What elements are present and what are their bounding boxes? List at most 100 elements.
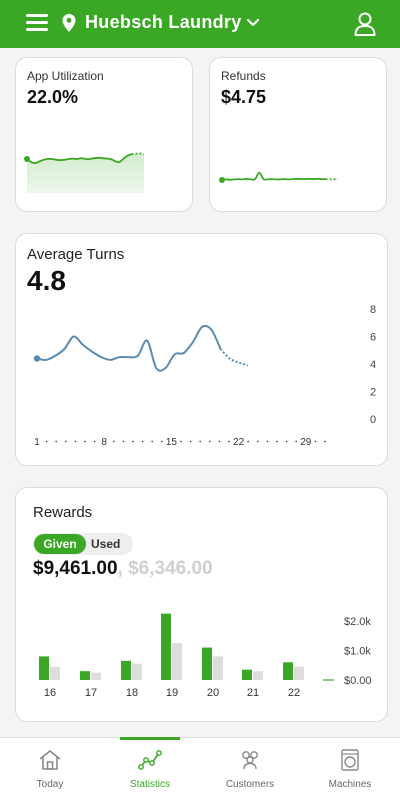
tab-machines-label: Machines: [328, 779, 372, 790]
x-tick-label: 19: [166, 687, 178, 699]
x-axis-dot: [64, 440, 67, 443]
tab-customers[interactable]: Customers: [200, 738, 300, 807]
tab-statistics-label: Statistics: [129, 779, 170, 790]
turns-start-point: [33, 355, 41, 362]
x-tick-label: 21: [247, 687, 259, 699]
x-axis-dot: [247, 440, 250, 443]
x-axis-dot: [160, 440, 163, 443]
customers-icon: [242, 751, 258, 770]
used-bar: [253, 671, 263, 680]
tab-today-label: Today: [36, 779, 64, 790]
average-turns-chart: 0 2 4 6 8 1 8 15 22 29: [33, 304, 376, 448]
x-axis-dot: [122, 440, 125, 443]
tab-today[interactable]: Today: [0, 738, 100, 807]
rewards-amounts: $9,461.00, $6,346.00: [33, 558, 213, 580]
x-axis-dot: [93, 440, 96, 443]
x-axis-dot: [141, 440, 144, 443]
used-bar: [172, 643, 182, 680]
account-icon[interactable]: [354, 12, 376, 36]
y-tick-label: $2.0k: [344, 616, 371, 628]
app-utilization-sparkline: [24, 152, 145, 193]
tab-customers-label: Customers: [225, 779, 275, 790]
y-tick-label: $0.00: [344, 675, 372, 687]
average-turns-title: Average Turns: [27, 246, 125, 263]
used-bar: [50, 666, 60, 680]
chevron-down-icon[interactable]: [246, 16, 260, 30]
used-bar: [294, 666, 304, 680]
y-tick-label: 2: [370, 387, 376, 399]
x-axis-dot: [132, 440, 134, 443]
x-axis-dot: [266, 440, 269, 443]
x-tick-label: 15: [166, 437, 178, 448]
x-tick-label: 29: [300, 437, 312, 448]
given-bar: [202, 647, 212, 680]
x-axis-dot: [189, 440, 192, 443]
rewards-title: Rewards: [33, 504, 93, 521]
app-utilization-card[interactable]: App Utilization 22.0%: [15, 57, 193, 212]
x-axis-dot: [45, 440, 48, 443]
rewards-toggle: Given Used: [33, 533, 133, 555]
used-bar: [213, 656, 223, 680]
x-axis-dot: [256, 440, 259, 443]
refunds-card[interactable]: Refunds $4.75: [209, 57, 387, 212]
x-axis-dot: [276, 440, 278, 443]
bottom-tab-bar: Today Statistics Customers Machines: [0, 737, 400, 807]
x-tick-label: 22: [288, 687, 300, 699]
given-bar: [39, 656, 49, 680]
x-tick-label: 17: [85, 687, 97, 699]
x-tick-label: 1: [34, 437, 40, 448]
turns-projection: [219, 348, 249, 367]
x-axis-dot: [218, 440, 221, 443]
x-axis-dot: [74, 440, 77, 443]
rewards-bar-chart: 16 17 18 19 20 21 22 $0.00 $1.0k $2.0k: [39, 613, 372, 699]
used-bar: [132, 663, 142, 680]
average-turns-value: 4.8: [27, 265, 66, 296]
tab-machines[interactable]: Machines: [300, 738, 400, 807]
x-tick-label: 8: [101, 437, 107, 448]
average-turns-card[interactable]: Average Turns 4.8 0 2 4 6 8 1 8 15 22 29: [15, 233, 388, 466]
app-utilization-label: App Utilization: [27, 69, 104, 83]
tab-statistics[interactable]: Statistics: [100, 737, 200, 807]
x-axis-dot: [199, 440, 202, 443]
y-tick-label: 4: [370, 359, 376, 371]
amount-separator: ,: [117, 558, 123, 579]
x-axis-dot: [208, 440, 211, 443]
location-selector[interactable]: Huebsch Laundry: [85, 12, 242, 33]
x-tick-label: 18: [126, 687, 138, 699]
washer-icon: [341, 749, 359, 771]
given-bar: [161, 613, 171, 680]
x-axis-dot: [55, 440, 58, 443]
used-toggle-button[interactable]: Used: [91, 534, 131, 554]
x-tick-label: 22: [233, 437, 245, 448]
x-axis-dot: [151, 440, 154, 443]
sparkline-start-point: [24, 156, 30, 162]
y-tick-label: 6: [370, 332, 376, 344]
sparkline-start-point: [219, 177, 225, 183]
turns-line: [36, 324, 222, 372]
x-axis-dot: [84, 440, 86, 443]
given-toggle-button[interactable]: Given: [34, 534, 86, 554]
x-axis-dot: [324, 440, 326, 443]
given-bar: [242, 669, 252, 680]
rewards-card[interactable]: Rewards Given Used $9,461.00, $6,346.00 …: [15, 487, 388, 722]
given-bar: [80, 671, 90, 680]
x-axis-dot: [314, 440, 317, 443]
x-tick-label: 16: [44, 687, 56, 699]
x-axis-dot: [112, 440, 115, 443]
menu-icon[interactable]: [26, 14, 48, 32]
refunds-value: $4.75: [221, 87, 267, 107]
given-bar: [283, 662, 293, 680]
sparkline-line: [221, 171, 326, 181]
refunds-label: Refunds: [221, 69, 266, 83]
x-axis-dot: [228, 440, 230, 443]
given-bar: [121, 660, 131, 680]
location-pin-icon: [62, 14, 76, 32]
active-tab-indicator: [120, 737, 180, 740]
x-tick-label: 20: [207, 687, 219, 699]
y-tick-label: $1.0k: [344, 646, 371, 658]
given-amount: $9,461.00: [33, 558, 118, 579]
x-axis-dot: [180, 440, 182, 443]
y-tick-label: 0: [370, 414, 376, 426]
y-tick-label: 8: [370, 304, 376, 316]
home-icon: [39, 750, 61, 770]
